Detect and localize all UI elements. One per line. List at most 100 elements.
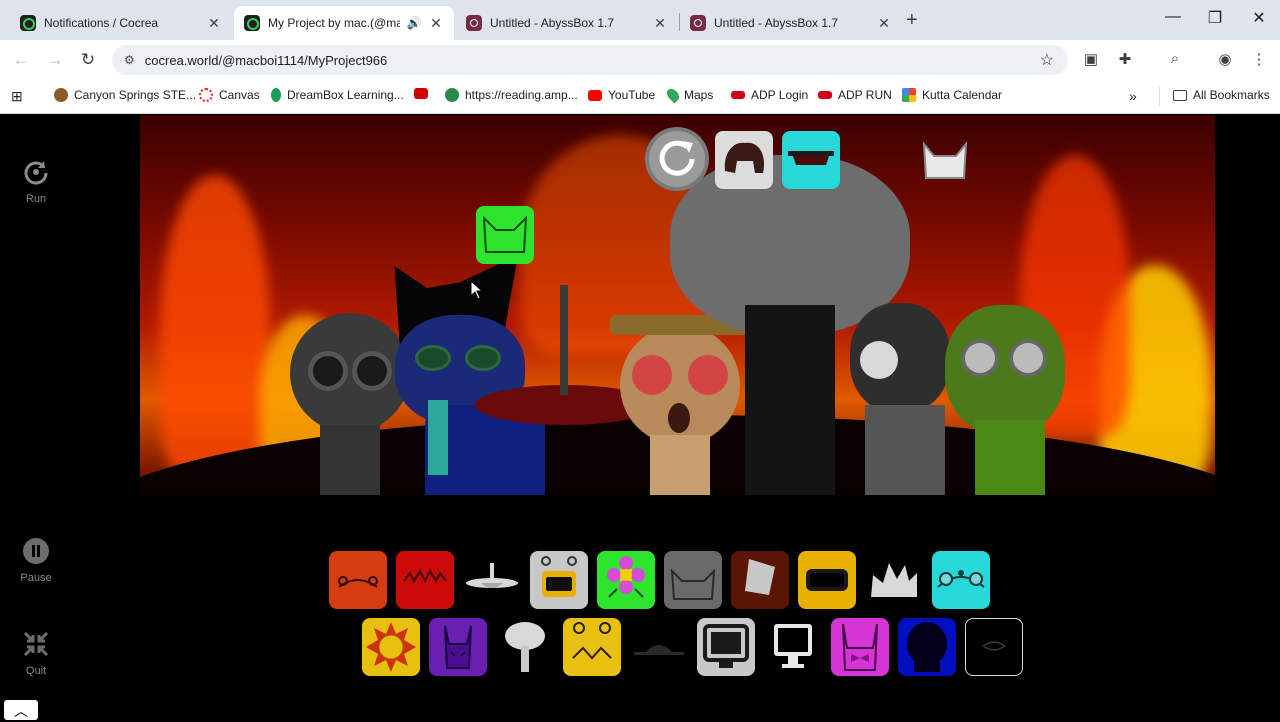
- brown-bucket-tile[interactable]: [731, 551, 789, 609]
- bookmark-divider: [1159, 87, 1160, 107]
- tab-abyssbox-1[interactable]: Untitled - AbyssBox 1.7 ✕: [456, 6, 678, 40]
- bookmark-label: YouTube: [608, 88, 656, 102]
- close-window-icon[interactable]: ✕: [1244, 8, 1274, 28]
- yellow-sun-icon: [366, 622, 416, 672]
- close-tab-icon[interactable]: ✕: [428, 15, 444, 32]
- tab-my-project[interactable]: My Project by mac.(@macb 🔊 ✕: [234, 6, 454, 40]
- hat-tile[interactable]: [782, 131, 840, 189]
- pause-button[interactable]: Pause: [0, 537, 72, 584]
- character-dark-head: [850, 303, 950, 413]
- forward-icon[interactable]: →: [45, 50, 65, 70]
- tab-title: Untitled - AbyssBox 1.7: [714, 16, 839, 30]
- character-gray-head: [290, 313, 410, 433]
- bookmark-star-icon[interactable]: ☆: [1040, 50, 1054, 70]
- bookmark-youtube-red[interactable]: [414, 88, 434, 99]
- cocrea-favicon-icon: [20, 15, 36, 31]
- address-bar[interactable]: ⚙ cocrea.world/@macboi1114/MyProject966 …: [112, 45, 1068, 75]
- ghost-cat-tile[interactable]: [920, 140, 970, 182]
- tab-search-icon[interactable]: ⌕: [1165, 50, 1185, 70]
- bookmark-youtube[interactable]: YouTube: [588, 88, 655, 102]
- cat-outline-icon: [922, 141, 968, 179]
- site-info-icon[interactable]: ⚙: [124, 53, 135, 67]
- orange-antenna-tile[interactable]: [329, 551, 387, 609]
- tab-title: Notifications / Cocrea: [44, 16, 159, 30]
- pink-bow-tile[interactable]: [831, 618, 889, 676]
- expand-chevron-up-icon[interactable]: ︿: [4, 700, 38, 720]
- menu-kebab-icon[interactable]: ⋮: [1249, 50, 1269, 70]
- folder-icon: [1173, 89, 1187, 101]
- dark-hat-icon: [634, 645, 684, 655]
- abyssbox-favicon-icon: [466, 15, 482, 31]
- green-cat-icon: [482, 215, 528, 253]
- bookmark-adp-login[interactable]: ADP Login: [731, 88, 808, 102]
- close-tab-icon[interactable]: ✕: [652, 15, 668, 32]
- speaker-icon[interactable]: 🔊: [406, 16, 422, 30]
- bookmark-reading-amp[interactable]: https://reading.amp...: [445, 88, 578, 102]
- bookmark-adp-run[interactable]: ADP RUN: [818, 88, 892, 102]
- bookmark-maps[interactable]: Maps: [664, 86, 713, 104]
- gray-horns-tile[interactable]: [664, 551, 722, 609]
- maximize-icon[interactable]: ❐: [1200, 8, 1230, 28]
- extensions-icon[interactable]: ✚: [1115, 50, 1135, 70]
- more-bookmarks-chevron-icon[interactable]: »: [1129, 88, 1137, 104]
- reset-control[interactable]: [645, 127, 709, 191]
- extension-puzzle-icon[interactable]: ▣: [1081, 50, 1101, 70]
- tab-notifications[interactable]: Notifications / Cocrea ✕: [10, 6, 232, 40]
- cyan-bear-tile[interactable]: [932, 551, 990, 609]
- bookmark-canyon-springs[interactable]: Canyon Springs STE...: [54, 88, 196, 102]
- tab-abyssbox-2[interactable]: Untitled - AbyssBox 1.7 ✕: [680, 6, 902, 40]
- robot-antenna-tile[interactable]: [530, 551, 588, 609]
- quit-button[interactable]: Quit: [0, 630, 72, 677]
- small-monitor-tile[interactable]: [764, 618, 822, 676]
- profile-icon[interactable]: ◉: [1215, 50, 1235, 70]
- dragged-cat-tile[interactable]: [476, 206, 534, 264]
- flame-left: [160, 175, 270, 475]
- hat-icon: [788, 151, 834, 165]
- purple-horns-tile[interactable]: [429, 618, 487, 676]
- all-bookmarks[interactable]: All Bookmarks: [1173, 88, 1270, 102]
- bookmark-kutta-calendar[interactable]: Kutta Calendar: [902, 88, 1002, 102]
- back-icon[interactable]: ←: [11, 50, 31, 70]
- close-tab-icon[interactable]: ✕: [206, 15, 222, 32]
- pitchfork-handle: [560, 285, 568, 395]
- green-flower-tile[interactable]: [597, 551, 655, 609]
- bookmark-dreambox[interactable]: DreamBox Learning...: [271, 88, 404, 102]
- dark-hat-tile[interactable]: [630, 618, 688, 676]
- bookmark-canvas[interactable]: Canvas: [199, 88, 260, 102]
- red-spiky-tile[interactable]: [396, 551, 454, 609]
- minimize-icon[interactable]: —: [1158, 8, 1188, 26]
- character-dark-body: [865, 405, 945, 495]
- quit-label: Quit: [25, 665, 47, 677]
- small-monitor-icon: [774, 624, 812, 668]
- run-button[interactable]: Run: [0, 158, 72, 205]
- close-tab-icon[interactable]: ✕: [876, 15, 892, 32]
- adp-icon: [731, 91, 745, 99]
- reload-icon[interactable]: ↻: [78, 50, 98, 70]
- apps-grid-icon[interactable]: ⊞: [11, 88, 23, 105]
- gray-balloon-tile[interactable]: [496, 618, 554, 676]
- computer-monitor-tile[interactable]: [697, 618, 755, 676]
- computer-monitor-icon: [703, 624, 749, 668]
- yellow-antenna-tile[interactable]: [563, 618, 621, 676]
- hair-tile[interactable]: [715, 131, 773, 189]
- yellow-antenna-icon: [572, 622, 612, 660]
- dark-eye-tile[interactable]: [965, 618, 1023, 676]
- pause-icon: [23, 538, 49, 564]
- new-tab-icon[interactable]: +: [906, 9, 918, 32]
- purple-horns-icon: [444, 625, 472, 669]
- brown-bucket-icon: [745, 559, 775, 595]
- robot-antenna-icon: [541, 556, 577, 597]
- character-teal-scarf: [428, 400, 448, 475]
- blue-hood-tile[interactable]: [898, 618, 956, 676]
- saucer-tile[interactable]: [463, 551, 521, 609]
- yellow-sun-tile[interactable]: [362, 618, 420, 676]
- youtube-icon: [414, 88, 428, 99]
- white-crown-tile[interactable]: [865, 551, 923, 609]
- character-black-coat: [745, 305, 835, 495]
- yellow-visor-tile[interactable]: [798, 551, 856, 609]
- tab-strip: Notifications / Cocrea ✕ My Project by m…: [0, 0, 1280, 40]
- character-tan-body: [650, 435, 710, 495]
- pause-label: Pause: [20, 572, 52, 584]
- reading-amp-icon: [445, 88, 459, 102]
- bookmark-label: DreamBox Learning...: [287, 88, 404, 102]
